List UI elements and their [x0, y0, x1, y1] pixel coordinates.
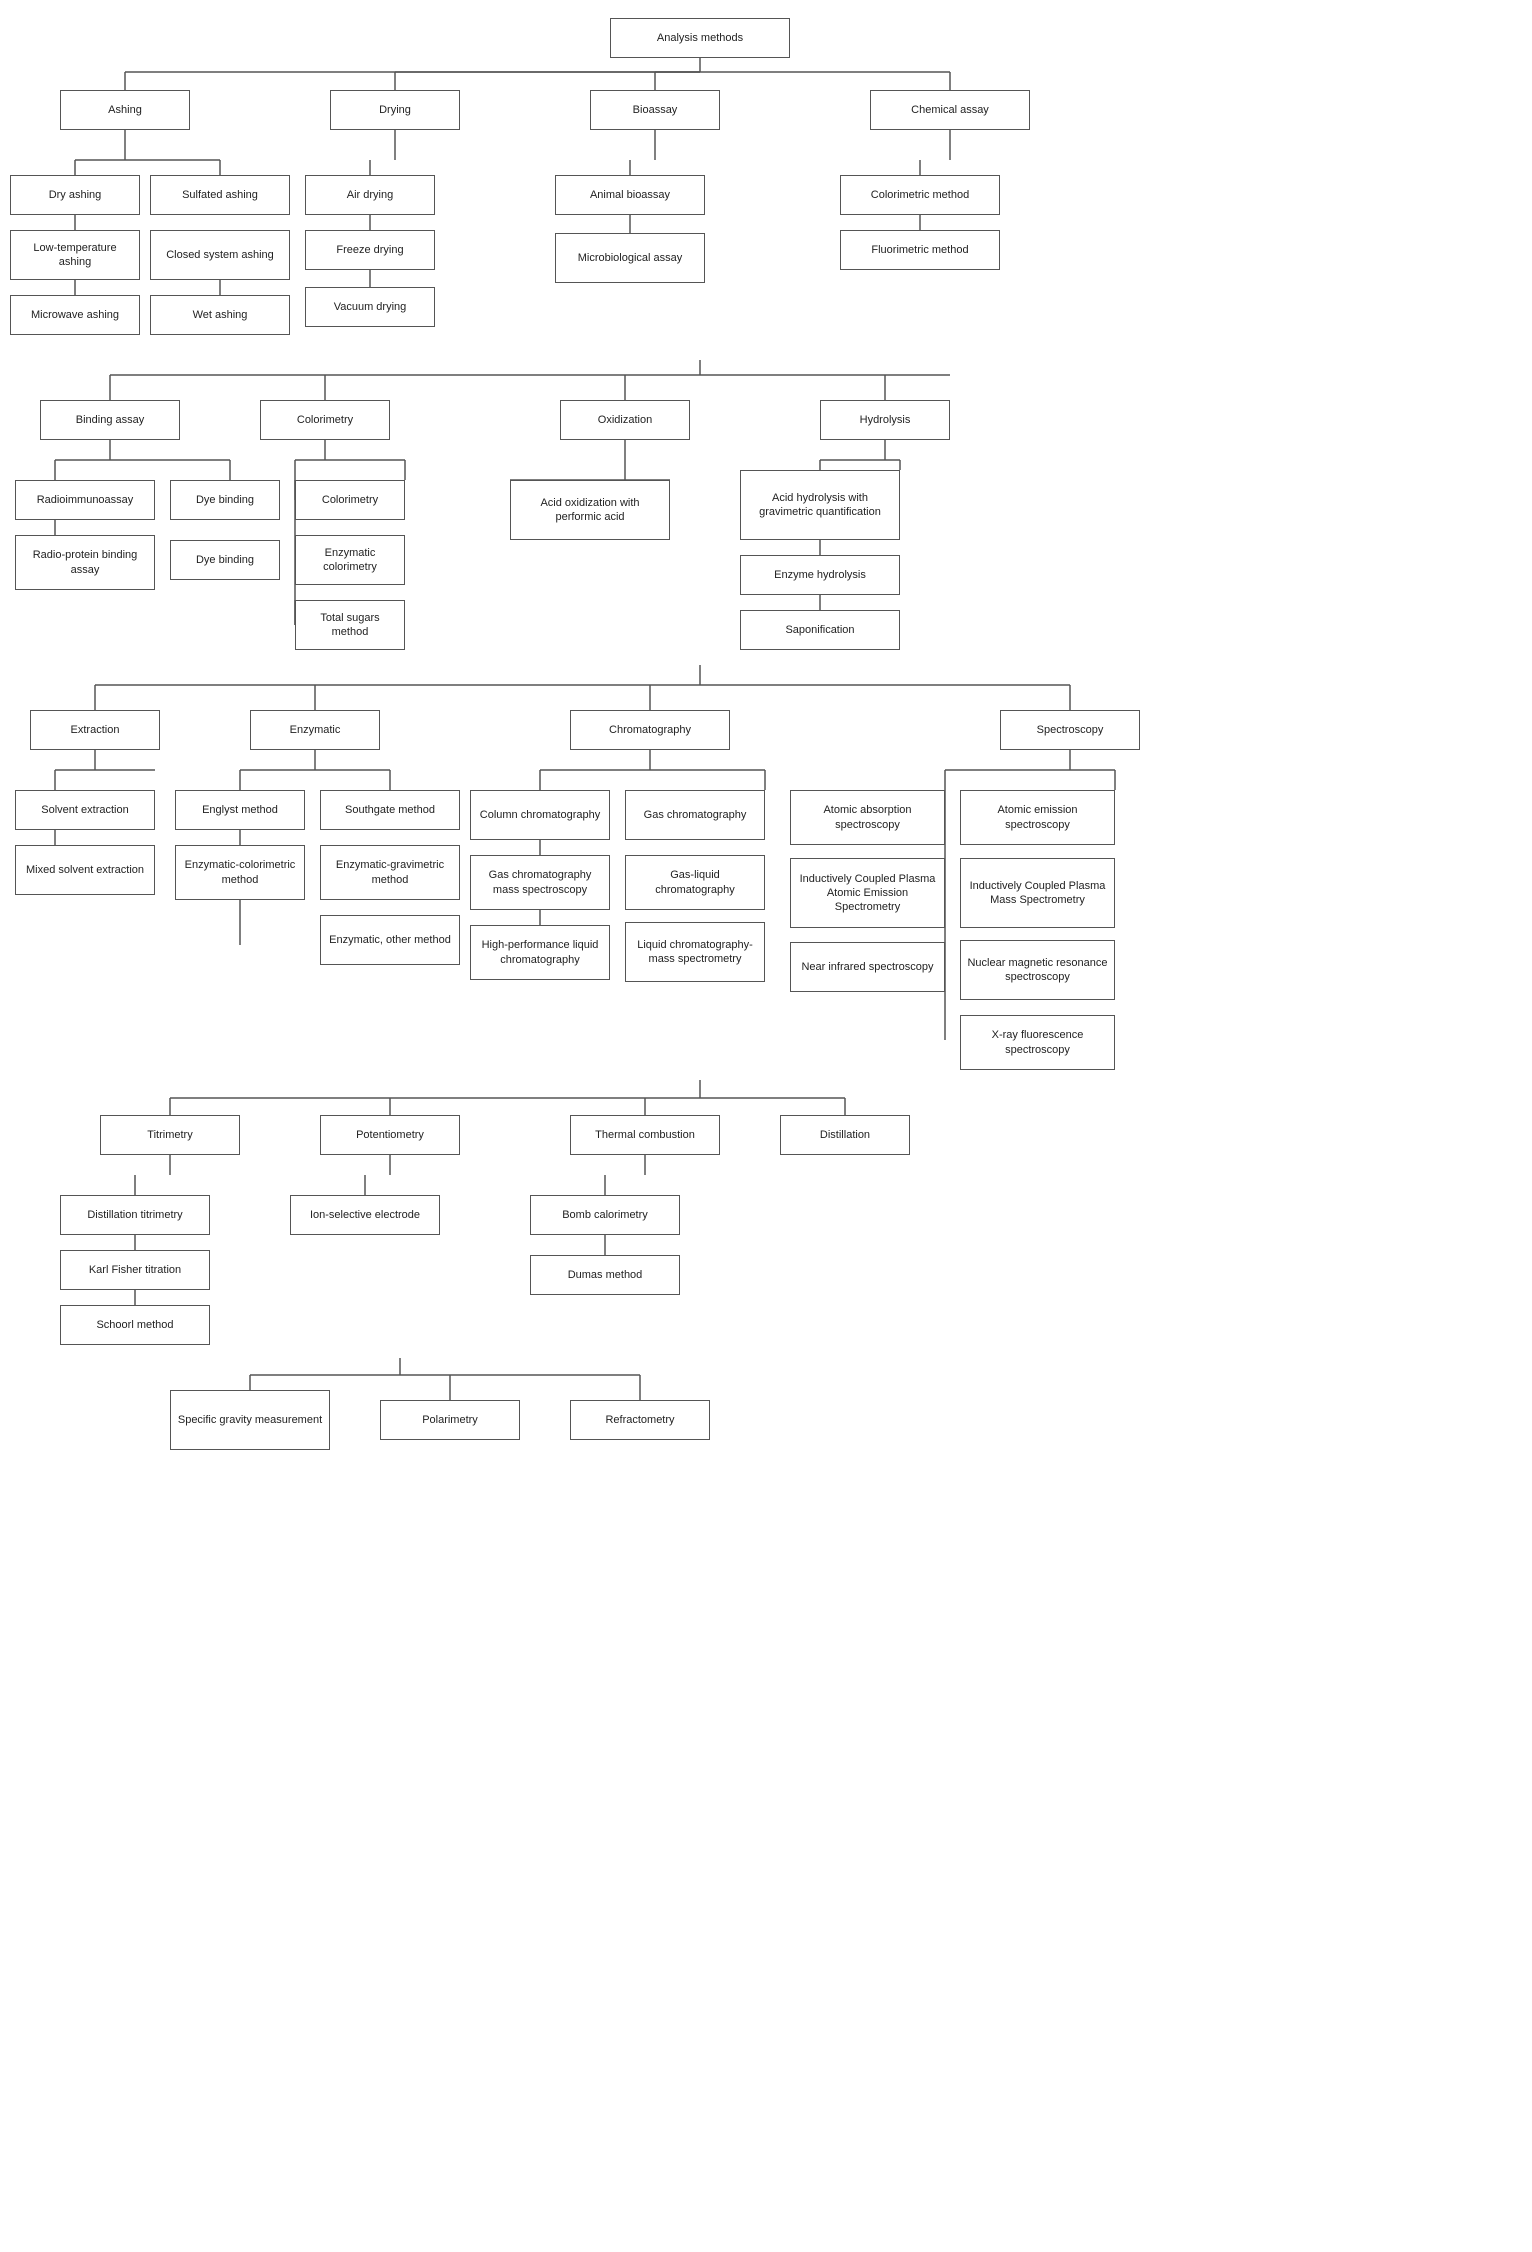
distillation-main-node: Distillation	[780, 1115, 910, 1155]
fluorimetric-method-node: Fluorimetric method	[840, 230, 1000, 270]
wet-ashing-node: Wet ashing	[150, 295, 290, 335]
enzymatic-main-node: Enzymatic	[250, 710, 380, 750]
extraction-node: Extraction	[30, 710, 160, 750]
acid-hydrolysis-node: Acid hydrolysis with gravimetric quantif…	[740, 470, 900, 540]
root-node: Analysis methods	[610, 18, 790, 58]
dry-ashing-node: Dry ashing	[10, 175, 140, 215]
ion-selective-node: Ion-selective electrode	[290, 1195, 440, 1235]
ashing-node: Ashing	[60, 90, 190, 130]
gas-chrom-mass-node: Gas chromatography mass spectroscopy	[470, 855, 610, 910]
saponification-node: Saponification	[740, 610, 900, 650]
enzymatic-other-node: Enzymatic, other method	[320, 915, 460, 965]
bomb-calorimetry-node: Bomb calorimetry	[530, 1195, 680, 1235]
colorimetric-method-node: Colorimetric method	[840, 175, 1000, 215]
animal-bioassay-node: Animal bioassay	[555, 175, 705, 215]
acid-oxidization-node: Acid oxidization with performic acid	[510, 480, 670, 540]
enzymatic-colorimetry-node: Enzymatic colorimetry	[295, 535, 405, 585]
polarimetry-node: Polarimetry	[380, 1400, 520, 1440]
microbiological-assay-node: Microbiological assay	[555, 233, 705, 283]
karl-fisher-node: Karl Fisher titration	[60, 1250, 210, 1290]
near-ir-node: Near infrared spectroscopy	[790, 942, 945, 992]
potentiometry-node: Potentiometry	[320, 1115, 460, 1155]
enzymatic-colorimetric-node: Enzymatic-colorimetric method	[175, 845, 305, 900]
dye-binding1-node: Dye binding	[170, 480, 280, 520]
gas-liquid-node: Gas-liquid chromatography	[625, 855, 765, 910]
colorimetry-main-node: Colorimetry	[260, 400, 390, 440]
radio-protein-node: Radio-protein binding assay	[15, 535, 155, 590]
nmr-node: Nuclear magnetic resonance spectroscopy	[960, 940, 1115, 1000]
sulfated-ashing-node: Sulfated ashing	[150, 175, 290, 215]
spectroscopy-node: Spectroscopy	[1000, 710, 1140, 750]
oxidization-node: Oxidization	[560, 400, 690, 440]
gas-chrom-node: Gas chromatography	[625, 790, 765, 840]
enzymatic-gravimetric-node: Enzymatic-gravimetric method	[320, 845, 460, 900]
icp-ms-node: Inductively Coupled Plasma Mass Spectrom…	[960, 858, 1115, 928]
atomic-absorption-node: Atomic absorption spectroscopy	[790, 790, 945, 845]
chemical-assay-node: Chemical assay	[870, 90, 1030, 130]
specific-gravity-node: Specific gravity measurement	[170, 1390, 330, 1450]
air-drying-node: Air drying	[305, 175, 435, 215]
microwave-ashing-node: Microwave ashing	[10, 295, 140, 335]
atomic-emission-node: Atomic emission spectroscopy	[960, 790, 1115, 845]
solvent-extraction-node: Solvent extraction	[15, 790, 155, 830]
radioimmunoassay-node: Radioimmunoassay	[15, 480, 155, 520]
icp-aes-node: Inductively Coupled Plasma Atomic Emissi…	[790, 858, 945, 928]
freeze-drying-node: Freeze drying	[305, 230, 435, 270]
bioassay-node: Bioassay	[590, 90, 720, 130]
column-chrom-node: Column chromatography	[470, 790, 610, 840]
schoorl-node: Schoorl method	[60, 1305, 210, 1345]
low-temp-ashing-node: Low-temperature ashing	[10, 230, 140, 280]
mixed-solvent-node: Mixed solvent extraction	[15, 845, 155, 895]
refractometry-node: Refractometry	[570, 1400, 710, 1440]
enzyme-hydrolysis-node: Enzyme hydrolysis	[740, 555, 900, 595]
englyst-node: Englyst method	[175, 790, 305, 830]
southgate-node: Southgate method	[320, 790, 460, 830]
titrimetry-node: Titrimetry	[100, 1115, 240, 1155]
total-sugars-node: Total sugars method	[295, 600, 405, 650]
dye-binding2-node: Dye binding	[170, 540, 280, 580]
chromatography-node: Chromatography	[570, 710, 730, 750]
hydrolysis-node: Hydrolysis	[820, 400, 950, 440]
xrf-node: X-ray fluorescence spectroscopy	[960, 1015, 1115, 1070]
drying-node: Drying	[330, 90, 460, 130]
colorimetry-sub-node: Colorimetry	[295, 480, 405, 520]
dumas-node: Dumas method	[530, 1255, 680, 1295]
binding-assay-node: Binding assay	[40, 400, 180, 440]
vacuum-drying-node: Vacuum drying	[305, 287, 435, 327]
hplc-node: High-performance liquid chromatography	[470, 925, 610, 980]
thermal-combustion-node: Thermal combustion	[570, 1115, 720, 1155]
closed-system-ashing-node: Closed system ashing	[150, 230, 290, 280]
distillation-titrimetry-node: Distillation titrimetry	[60, 1195, 210, 1235]
diagram: Analysis methods Ashing Drying Bioassay …	[0, 0, 1532, 2252]
liquid-chrom-mass-node: Liquid chromatography-mass spectrometry	[625, 922, 765, 982]
